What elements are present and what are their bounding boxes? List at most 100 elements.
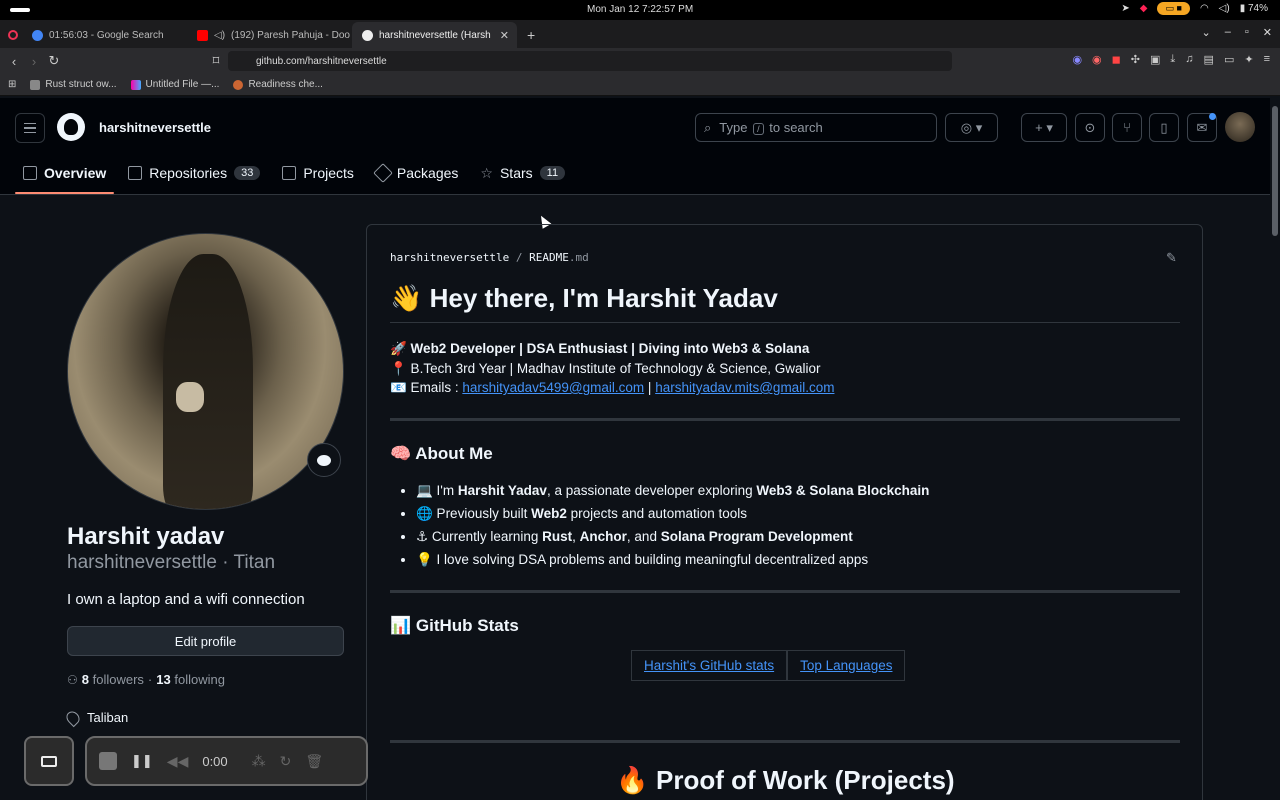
leo-icon[interactable]: ✦ <box>1244 53 1253 66</box>
tab-projects[interactable]: Projects <box>274 160 362 186</box>
speech-bubble-icon <box>317 454 331 466</box>
email-link[interactable]: harshityadav5499@gmail.com <box>462 380 644 395</box>
header-username[interactable]: harshitneversettle <box>99 120 211 135</box>
wifi-icon[interactable]: ◠ <box>1200 3 1209 14</box>
broken-image-alt[interactable]: Harshit's GitHub stats <box>644 658 774 673</box>
trash-icon[interactable]: 🗑 <box>305 753 323 770</box>
bookmark-icon[interactable]: ⌑ <box>206 53 226 69</box>
recording-timer: 0:00 <box>202 753 228 769</box>
close-tab-icon[interactable]: ✕ <box>500 29 509 42</box>
divider <box>390 590 1180 593</box>
tab-list-icon[interactable]: ⌄ <box>1202 26 1211 39</box>
bookmark-item[interactable]: Untitled File —... <box>130 79 219 90</box>
brave-icon[interactable]: ◆ <box>1140 3 1148 14</box>
rewind-icon[interactable]: ◀◀ <box>167 753 189 770</box>
languages-image-link[interactable]: Top Languages <box>787 650 906 681</box>
copilot-icon: ◎ ▾ <box>960 119 983 135</box>
address-bar[interactable]: github.com/harshitneversettle <box>228 51 952 71</box>
bookmark-favicon <box>233 79 244 90</box>
battery-icon[interactable]: ▮ 74% <box>1240 3 1268 14</box>
profile-avatar[interactable] <box>67 233 344 510</box>
screen-share-indicator[interactable]: ▭ ■ <box>1157 2 1190 15</box>
projects-heading: 🔥 Proof of Work (Projects) <box>616 765 955 795</box>
extension-icon[interactable]: ▣ <box>1150 53 1160 66</box>
tab-repositories[interactable]: Repositories 33 <box>120 160 268 186</box>
wallet-icon[interactable]: ▭ <box>1224 53 1234 66</box>
download-icon[interactable]: ⤓ <box>1170 53 1175 66</box>
extension-icon[interactable]: ◉ <box>1072 53 1082 66</box>
audio-icon[interactable]: ◁) <box>214 30 225 41</box>
menu-icon[interactable]: ≡ <box>1264 53 1270 66</box>
browser-tab[interactable]: 01:56:03 - Google Search <box>22 22 187 48</box>
create-new-button[interactable]: + ▾ <box>1021 113 1067 142</box>
divider <box>390 740 1180 743</box>
path-file: README <box>529 251 569 264</box>
bookmark-item[interactable]: Rust struct ow... <box>30 79 117 90</box>
broken-image-alt[interactable]: Top Languages <box>800 658 892 673</box>
path-user-link[interactable]: harshitneversettle <box>390 251 509 264</box>
stats-images: Harshit's GitHub stats Top Languages <box>631 650 906 681</box>
pause-icon[interactable]: ❚❚ <box>131 753 153 769</box>
reload-icon[interactable]: ↻ <box>44 53 64 69</box>
back-icon[interactable]: ‹ <box>4 54 24 69</box>
extension-icon[interactable]: ◼ <box>1112 53 1121 66</box>
edit-profile-button[interactable]: Edit profile <box>67 626 344 656</box>
minimize-icon[interactable]: – <box>1225 26 1231 39</box>
youtube-icon <box>197 29 208 41</box>
browser-tab-active[interactable]: harshitneversettle (Harsh ✕ <box>352 22 517 48</box>
close-window-icon[interactable]: ✕ <box>1263 26 1272 39</box>
tab-packages[interactable]: Packages <box>368 160 466 186</box>
volume-icon[interactable]: ◁) <box>1219 3 1230 14</box>
recorder-camera-button[interactable] <box>24 736 74 786</box>
window-controls: ⌄ – ▫ ✕ <box>1202 26 1272 39</box>
maximize-icon[interactable]: ▫ <box>1245 26 1249 39</box>
tab-label: Overview <box>44 165 107 181</box>
tab-overview[interactable]: Overview <box>15 160 115 194</box>
telegram-icon[interactable]: ➤ <box>1121 3 1129 14</box>
readme-intro: 🚀 Web2 Developer | DSA Enthusiast | Divi… <box>390 339 834 398</box>
stats-image-link[interactable]: Harshit's GitHub stats <box>631 650 788 681</box>
pencil-icon[interactable]: ✎ <box>1166 250 1180 265</box>
puzzle-icon[interactable]: ✣ <box>1131 53 1140 66</box>
list-item: 💡 I love solving DSA problems and buildi… <box>416 548 929 571</box>
count-badge: 33 <box>234 166 261 180</box>
music-icon[interactable]: ♫ <box>1185 53 1193 66</box>
hamburger-menu-button[interactable] <box>15 113 45 143</box>
tab-stars[interactable]: ☆ Stars 11 <box>472 160 573 186</box>
notification-indicator <box>1209 113 1216 120</box>
restart-icon[interactable]: ↻ <box>280 753 292 770</box>
sidebar-icon[interactable]: ▤ <box>1204 53 1214 66</box>
github-logo-icon[interactable] <box>57 113 85 141</box>
grid-icon[interactable]: ⁂ <box>252 753 266 770</box>
activities-button[interactable] <box>10 8 30 12</box>
repositories-button[interactable]: ▯ <box>1149 113 1179 142</box>
tab-label: Packages <box>396 165 459 181</box>
location-icon <box>63 708 83 727</box>
issues-button[interactable]: ⊙ <box>1075 113 1105 142</box>
browser-tab[interactable]: ◁) (192) Paresh Pahuja - Doo <box>187 22 352 48</box>
following-link[interactable]: 13 following <box>156 672 225 687</box>
search-input[interactable]: ⌕ Type / to search <box>695 113 937 142</box>
email-link[interactable]: harshityadav.mits@gmail.com <box>655 380 834 395</box>
system-clock[interactable]: Mon Jan 12 7:22:57 PM <box>587 4 693 15</box>
avatar-figure <box>163 254 253 509</box>
followers-link[interactable]: 8 followers <box>82 672 144 687</box>
stop-icon[interactable] <box>99 752 117 770</box>
avatar[interactable] <box>1225 112 1255 142</box>
system-tray[interactable]: ➤ ◆ ▭ ■ ◠ ◁) ▮ 74% <box>1121 2 1268 15</box>
new-tab-button[interactable]: + <box>517 27 545 48</box>
bookmark-item[interactable]: Readiness che... <box>233 79 323 90</box>
scrollbar-thumb[interactable] <box>1272 106 1278 236</box>
extension-icon[interactable]: ◉ <box>1092 53 1102 66</box>
forward-icon[interactable]: › <box>24 54 44 69</box>
set-status-button[interactable] <box>307 443 341 477</box>
pull-requests-button[interactable]: ⑂ <box>1112 113 1142 142</box>
avatar-hand <box>176 382 204 412</box>
bookmark-favicon <box>30 79 41 90</box>
recording-icon <box>8 30 18 40</box>
page-scrollbar[interactable] <box>1270 98 1280 800</box>
browser-toolbar: ‹ › ↻ ⌑ github.com/harshitneversettle ◉ … <box>0 48 1280 74</box>
profile-nav: Overview Repositories 33 Projects Package… <box>15 160 573 194</box>
copilot-button[interactable]: ◎ ▾ <box>945 113 998 142</box>
apps-icon[interactable]: ⊞ <box>8 79 16 90</box>
